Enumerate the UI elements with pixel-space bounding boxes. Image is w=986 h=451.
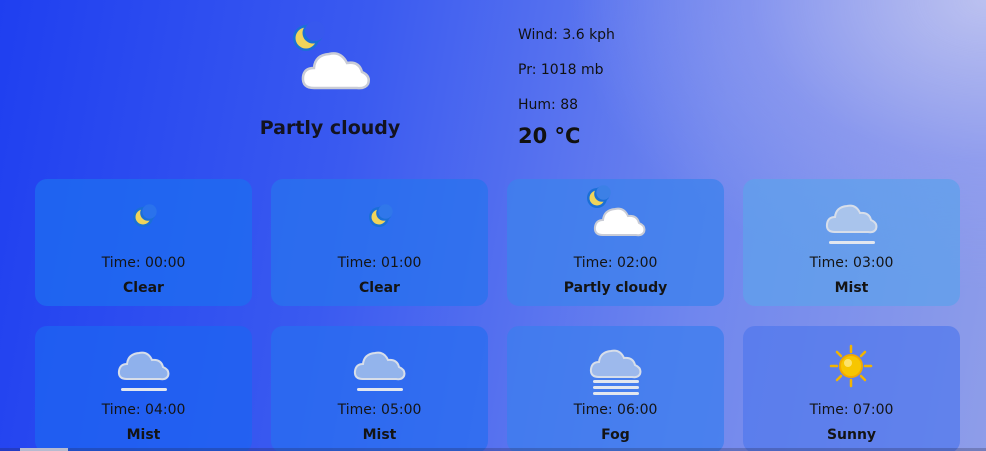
hourly-time: Time: 07:00 <box>809 402 894 418</box>
hourly-time: Time: 05:00 <box>337 402 422 418</box>
weather-details: Wind: 3.6 kph Pr: 1018 mb Hum: 88 20 °C <box>518 25 615 148</box>
partly-cloudy-night-icon <box>507 181 724 253</box>
mist-icon <box>35 328 252 400</box>
pressure: Pr: 1018 mb <box>518 62 604 78</box>
hourly-card[interactable]: Time: 07:00 Sunny <box>743 326 960 451</box>
hourly-condition: Partly cloudy <box>563 280 668 296</box>
hourly-time: Time: 06:00 <box>573 402 658 418</box>
moon-icon <box>271 181 488 253</box>
hourly-time: Time: 02:00 <box>573 255 658 271</box>
mist-icon <box>743 181 960 253</box>
hourly-condition: Sunny <box>826 427 877 443</box>
hourly-time: Time: 03:00 <box>809 255 894 271</box>
hourly-time: Time: 01:00 <box>337 255 422 271</box>
hourly-condition: Mist <box>126 427 161 443</box>
hourly-condition: Mist <box>362 427 397 443</box>
hourly-card[interactable]: Time: 06:00 Fog <box>507 326 724 451</box>
hourly-card[interactable]: Time: 04:00 Mist <box>35 326 252 451</box>
current-weather: Partly cloudy Wind: 3.6 kph Pr: 1018 mb … <box>0 0 986 170</box>
fog-icon <box>507 328 724 400</box>
hourly-condition: Mist <box>834 280 869 296</box>
wind-speed: Wind: 3.6 kph <box>518 27 615 43</box>
hourly-time: Time: 04:00 <box>101 402 186 418</box>
hourly-condition: Fog <box>601 427 630 443</box>
hourly-card[interactable]: Time: 03:00 Mist <box>743 179 960 306</box>
hourly-time: Time: 00:00 <box>101 255 186 271</box>
hourly-card[interactable]: Time: 01:00 Clear <box>271 179 488 306</box>
hourly-condition: Clear <box>359 280 400 296</box>
sun-icon <box>743 328 960 400</box>
temperature: 20 °C <box>518 124 581 148</box>
current-condition: Partly cloudy <box>259 117 401 139</box>
hourly-condition: Clear <box>123 280 164 296</box>
mist-icon <box>271 328 488 400</box>
hourly-card[interactable]: Time: 05:00 Mist <box>271 326 488 451</box>
partly-cloudy-night-icon <box>284 18 380 98</box>
hourly-card[interactable]: Time: 02:00 Partly cloudy <box>507 179 724 306</box>
hourly-card[interactable]: Time: 00:00 Clear <box>35 179 252 306</box>
moon-icon <box>35 181 252 253</box>
